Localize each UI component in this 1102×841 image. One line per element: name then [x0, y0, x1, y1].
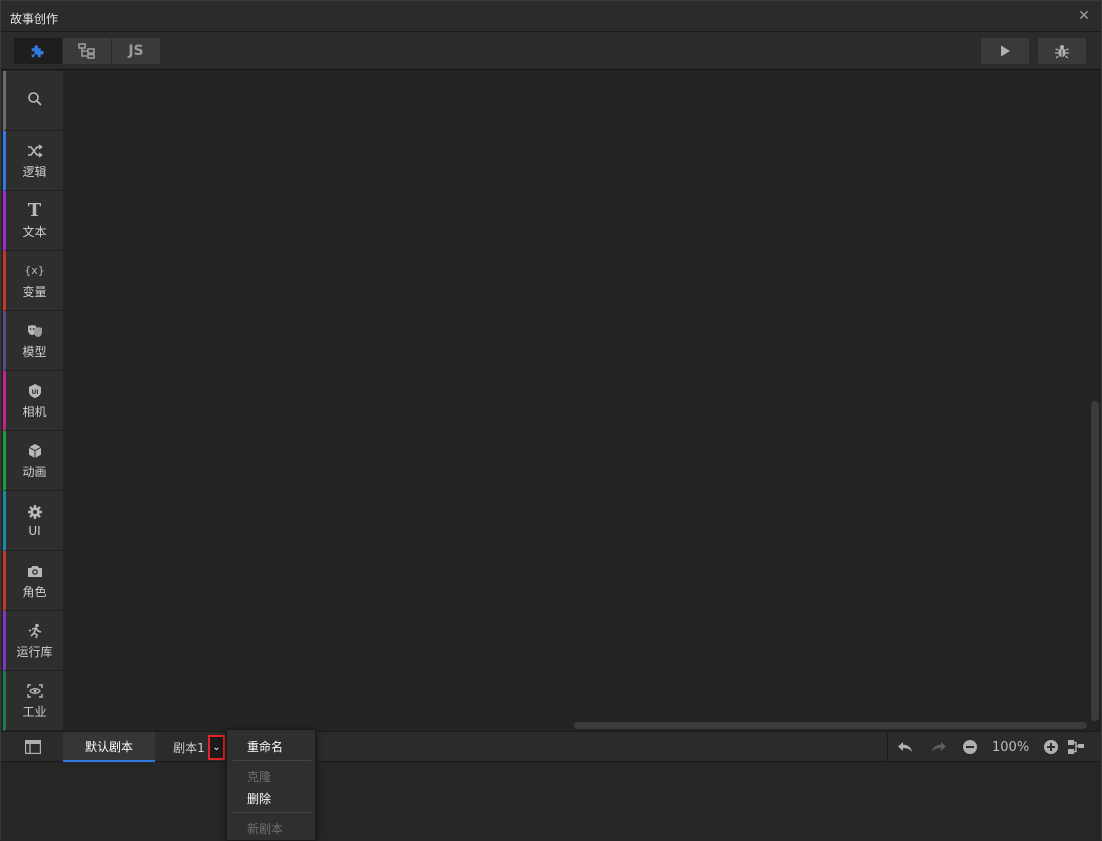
sidebar-item-label: 变量	[22, 284, 47, 299]
camera-icon	[26, 562, 44, 580]
sidebar-item-search[interactable]	[3, 71, 63, 131]
sidebar-item-industry[interactable]: 工业	[3, 671, 63, 731]
sidebar-item-logic[interactable]: 逻辑	[3, 131, 63, 191]
menu-divider	[233, 760, 311, 761]
tab-default-script[interactable]: 默认剧本	[63, 732, 155, 762]
story-editor-window: 故事创作 ✕ JS 逻辑 T 文本 {x} 变量 模型 UI 相机 动画 UI …	[0, 0, 1102, 841]
tab-label: 剧本1	[173, 740, 205, 755]
sidebar-item-runtime[interactable]: 运行库	[3, 611, 63, 671]
sidebar-item-label: 逻辑	[22, 164, 47, 179]
cube-icon	[26, 442, 44, 460]
camera-badge-icon: UI	[26, 382, 44, 400]
sidebar-item-ui[interactable]: UI	[3, 491, 63, 551]
title-bar: 故事创作 ✕	[1, 1, 1101, 32]
tree-layout-icon	[1068, 740, 1084, 754]
zoom-in-button[interactable]	[1042, 739, 1060, 755]
puzzle-icon	[31, 45, 44, 58]
workspace-canvas[interactable]	[63, 71, 1101, 731]
sidebar-item-label: 文本	[22, 224, 47, 239]
undo-icon	[898, 742, 912, 752]
horizontal-scrollbar[interactable]	[574, 722, 1087, 729]
sidebar-item-variable[interactable]: {x} 变量	[3, 251, 63, 311]
runner-icon	[26, 622, 44, 640]
menu-item-clone[interactable]: 克隆	[247, 768, 271, 785]
sidebar-item-label: 相机	[22, 404, 47, 419]
sidebar-item-camera[interactable]: UI 相机	[3, 371, 63, 431]
vertical-scrollbar[interactable]	[1091, 401, 1099, 721]
redo-icon	[932, 742, 946, 752]
tab-script-1[interactable]: 剧本1	[166, 732, 212, 762]
variable-icon: {x}	[24, 264, 45, 277]
tab-label: 默认剧本	[84, 739, 133, 754]
bug-icon	[1055, 45, 1069, 59]
shuffle-icon	[26, 142, 44, 160]
tab-js[interactable]: JS	[112, 38, 160, 64]
tab-blocks[interactable]	[14, 38, 62, 64]
top-toolbar: JS	[1, 32, 1101, 70]
zoom-out-button[interactable]	[961, 739, 979, 755]
menu-item-new-script[interactable]: 新剧本	[247, 820, 283, 837]
theater-masks-icon	[26, 322, 44, 340]
window-title: 故事创作	[10, 12, 59, 26]
sidebar-item-label: 动画	[22, 464, 47, 479]
sidebar-item-label: UI	[28, 524, 41, 538]
focus-eye-icon	[26, 682, 44, 700]
undo-button[interactable]	[896, 739, 914, 755]
gear-icon	[26, 503, 44, 521]
script-dropdown-button[interactable]: ⌄	[208, 735, 225, 760]
menu-item-delete[interactable]: 删除	[247, 790, 271, 807]
zoom-level: 100%	[992, 740, 1030, 755]
canvas-tools: 100%	[887, 732, 1101, 762]
text-T-icon: T	[27, 200, 42, 221]
sidebar-item-label: 运行库	[16, 644, 53, 659]
block-category-sidebar: 逻辑 T 文本 {x} 变量 模型 UI 相机 动画 UI 角色 运行库 工业	[3, 71, 63, 731]
sidebar-item-character[interactable]: 角色	[3, 551, 63, 611]
search-icon	[26, 90, 44, 108]
sidebar-item-animation[interactable]: 动画	[3, 431, 63, 491]
menu-divider	[233, 812, 311, 813]
footer-area	[1, 763, 1101, 840]
script-tab-bar: 默认剧本 剧本1 ⌄ 100%	[1, 731, 1101, 762]
play-icon	[1001, 45, 1010, 57]
menu-item-rename[interactable]: 重命名	[247, 738, 283, 755]
svg-text:UI: UI	[31, 389, 38, 396]
flowchart-icon	[78, 43, 95, 59]
debug-button[interactable]	[1038, 38, 1086, 64]
zoom-out-icon	[963, 740, 977, 754]
sidebar-item-label: 工业	[22, 704, 47, 719]
script-context-menu: 重命名 克隆 删除 新剧本	[226, 729, 316, 841]
layout-icon	[25, 740, 41, 754]
sidebar-item-label: 模型	[22, 344, 47, 359]
zoom-in-icon	[1044, 740, 1058, 754]
chevron-down-icon: ⌄	[212, 742, 221, 753]
sidebar-item-model[interactable]: 模型	[3, 311, 63, 371]
sidebar-item-label: 角色	[22, 584, 47, 599]
arrange-button[interactable]	[1067, 739, 1085, 755]
tab-flow[interactable]	[63, 38, 111, 64]
js-label: JS	[128, 43, 144, 59]
sidebar-item-text[interactable]: T 文本	[3, 191, 63, 251]
layout-toggle-button[interactable]	[3, 732, 63, 762]
close-icon[interactable]: ✕	[1077, 9, 1091, 23]
redo-button[interactable]	[930, 739, 948, 755]
run-button[interactable]	[981, 38, 1029, 64]
